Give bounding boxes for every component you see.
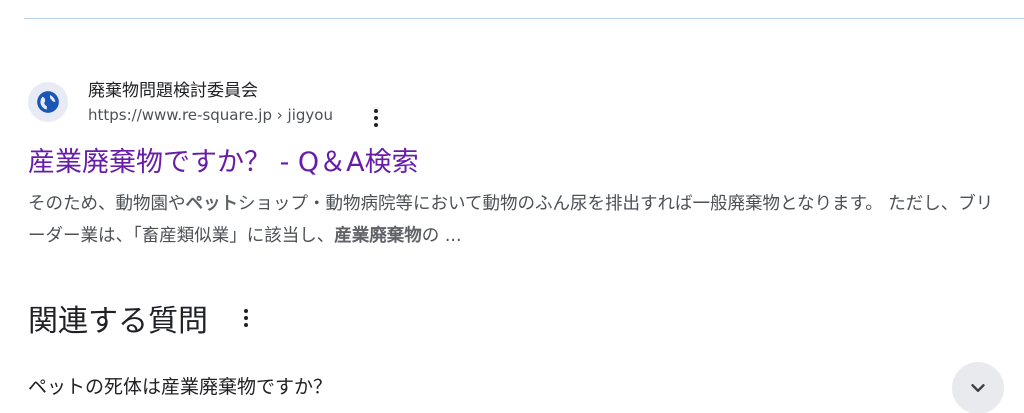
search-result: 廃棄物問題検討委員会 https://www.re-square.jp › ji… xyxy=(28,72,1008,246)
globe-icon xyxy=(28,82,68,122)
result-snippet: そのため、動物園やペットショップ・動物病院等において動物のふん尿を排出すれば一般… xyxy=(28,188,1003,252)
result-title-link[interactable]: 産業廃棄物ですか？ - Q＆A検索 xyxy=(28,140,419,179)
chevron-down-icon xyxy=(971,384,985,392)
snippet-text: そのため、動物園や xyxy=(28,194,186,214)
divider xyxy=(24,18,1024,19)
expand-question-button[interactable] xyxy=(952,362,1004,413)
snippet-highlight: 産業廃棄物 xyxy=(334,226,422,246)
search-results-page: 廃棄物問題検討委員会 https://www.re-square.jp › ji… xyxy=(0,0,1024,413)
related-question-item[interactable]: ペットの死体は産業廃棄物ですか？ xyxy=(28,372,332,399)
related-questions-title: 関連する質問 xyxy=(28,304,208,339)
snippet-text: の ... xyxy=(421,226,462,246)
snippet-highlight: ペット xyxy=(185,194,239,214)
more-vert-icon[interactable] xyxy=(364,106,388,130)
site-url: https://www.re-square.jp › jigyou xyxy=(88,106,333,124)
more-vert-icon[interactable] xyxy=(234,306,258,330)
site-name: 廃棄物問題検討委員会 xyxy=(88,81,258,101)
result-source[interactable]: 廃棄物問題検討委員会 https://www.re-square.jp › ji… xyxy=(28,72,1008,132)
related-questions-header: 関連する質問 xyxy=(28,296,258,340)
